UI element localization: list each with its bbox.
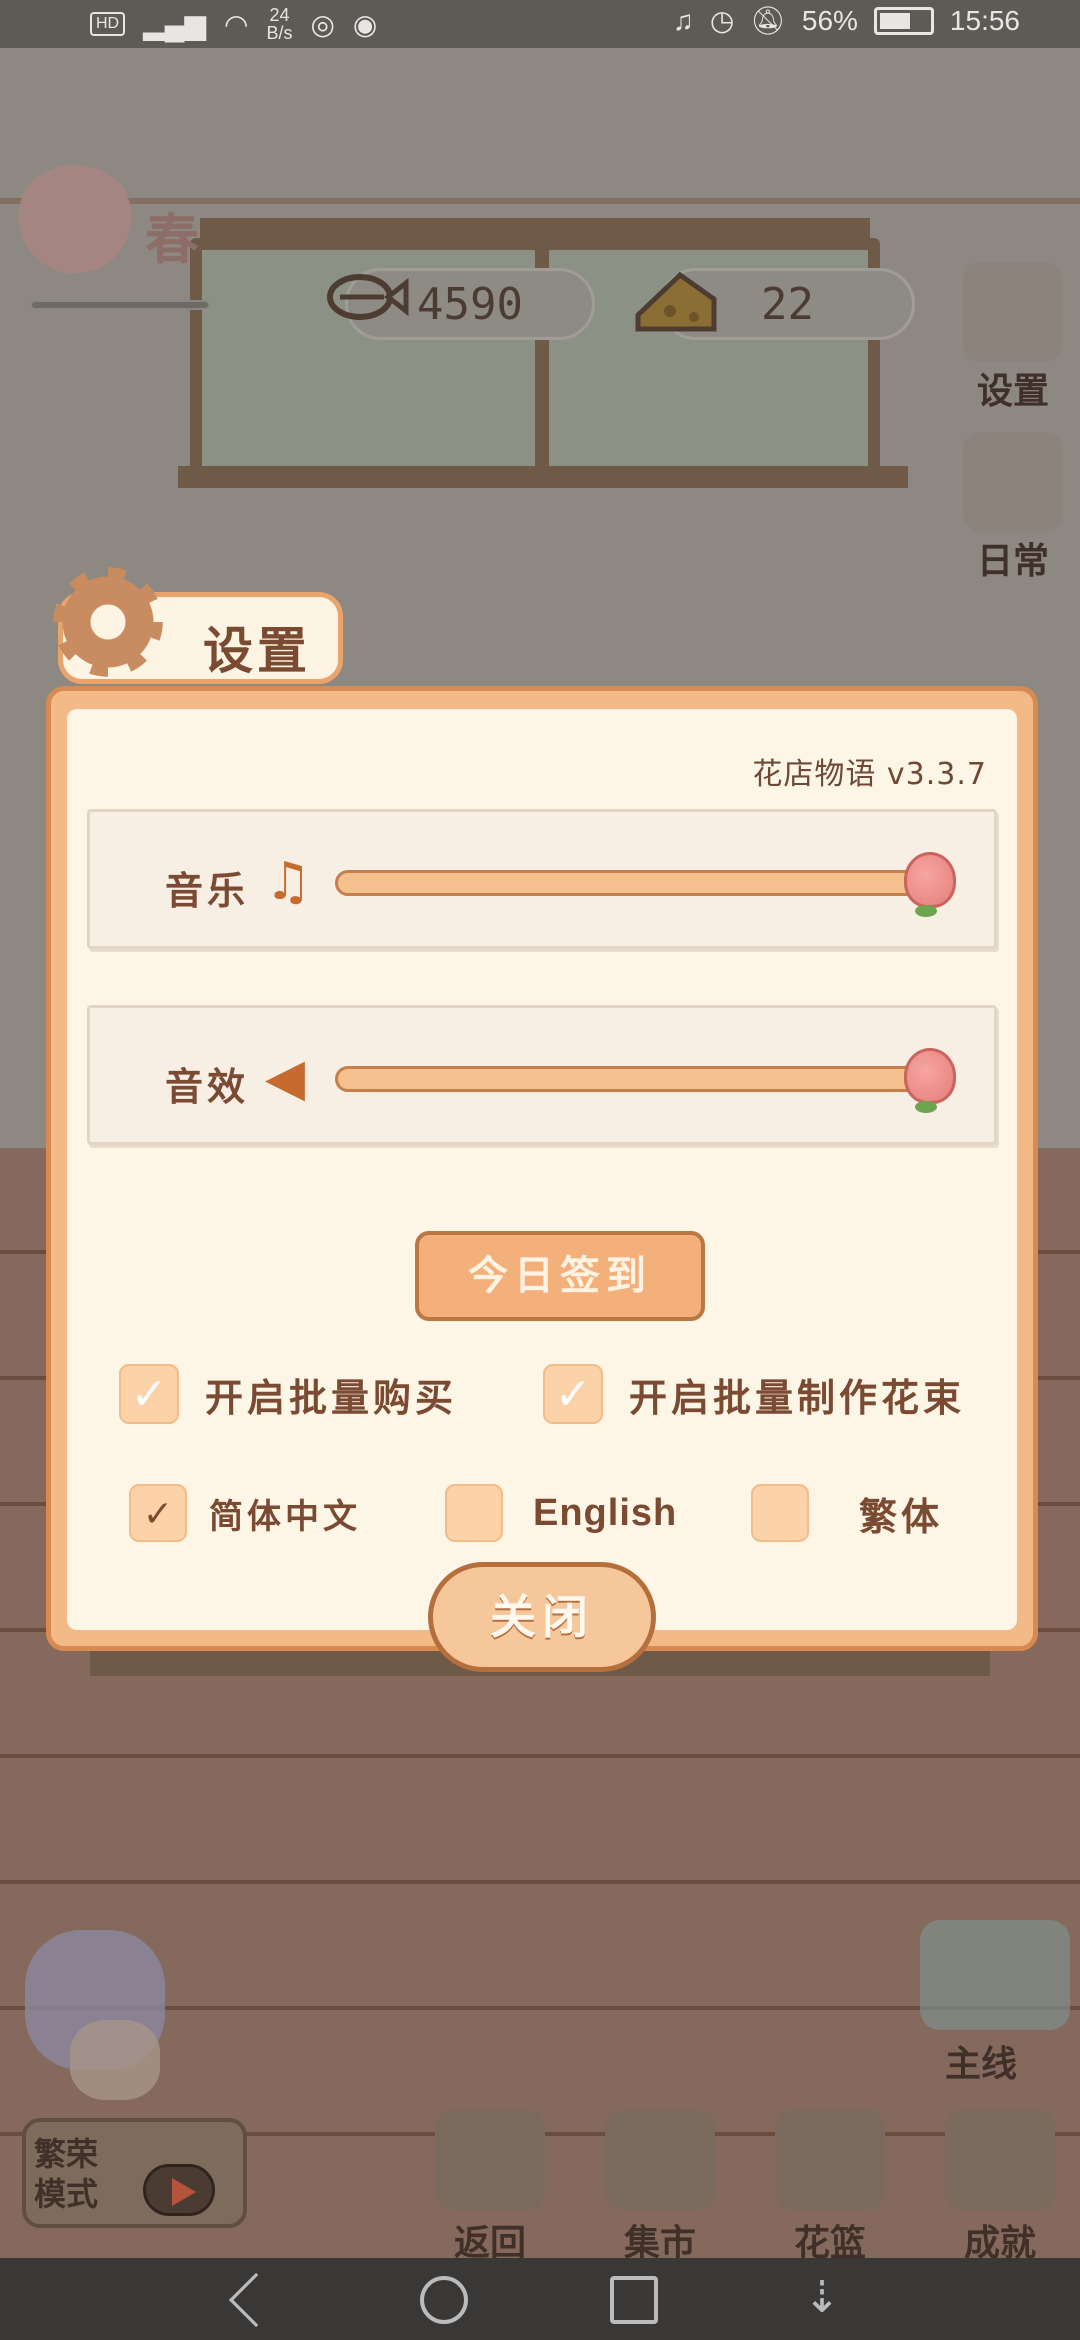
status-bar: HD ▂▄▆ ◠ 24 B/s ◎ ◉ ♫ ◷ 🔕︎ 56% 15:56 bbox=[0, 0, 1080, 48]
cheese-count: 22 bbox=[761, 278, 814, 330]
market-button[interactable]: 集市 bbox=[595, 2110, 725, 2266]
dragonfly-icon[interactable] bbox=[920, 1920, 1070, 2030]
cheese-icon bbox=[630, 255, 720, 345]
lang-traditional-label: 繁体 bbox=[859, 1494, 944, 1539]
speaker-icon: ◀ bbox=[265, 1048, 305, 1108]
mainline-label[interactable]: 主线 bbox=[945, 2035, 1017, 2087]
prosper-mode-label: 繁荣模式 bbox=[34, 2135, 99, 2213]
fish-bone-icon bbox=[320, 255, 410, 345]
flower-basket-icon bbox=[775, 2110, 885, 2210]
nav-home-icon[interactable] bbox=[420, 2276, 468, 2324]
nav-recents-icon[interactable] bbox=[610, 2276, 658, 2324]
settings-dialog-body: 花店物语 v3.3.7 音乐 ♫ 音效 ◀ 今日签到 开启批量购买 开启批量制作… bbox=[67, 709, 1017, 1630]
settings-title-tab: 设置 bbox=[53, 567, 343, 684]
headset-icon: ♫ bbox=[672, 4, 694, 36]
gear-icon bbox=[963, 262, 1063, 362]
fish-count: 4590 bbox=[417, 278, 523, 330]
shelf-plank bbox=[178, 466, 908, 488]
lang-simplified-checkbox[interactable] bbox=[129, 1484, 187, 1544]
settings-title: 设置 bbox=[203, 622, 311, 680]
daily-signin-button[interactable]: 今日签到 bbox=[415, 1231, 705, 1321]
season-label: 春 bbox=[145, 208, 199, 271]
trophy-icon bbox=[945, 2110, 1055, 2210]
play-icon bbox=[143, 2164, 215, 2216]
settings-side-label: 设置 bbox=[976, 371, 1049, 412]
signal-icon: ▂▄▆ bbox=[143, 8, 207, 40]
network-rate: 24 B/s bbox=[266, 5, 293, 43]
wifi-icon: ◠ bbox=[224, 8, 249, 40]
sfx-slider-track[interactable] bbox=[335, 1066, 934, 1092]
note-icon bbox=[963, 432, 1063, 532]
settings-side-button[interactable]: 设置 bbox=[958, 262, 1068, 414]
close-button[interactable]: 关闭 bbox=[428, 1562, 656, 1672]
lang-traditional-checkbox[interactable] bbox=[751, 1484, 809, 1542]
lang-traditional-option[interactable]: 繁体 bbox=[751, 1484, 943, 1542]
bulk-bouquet-option[interactable]: 开启批量制作花束 bbox=[543, 1364, 965, 1424]
hd-indicator: HD bbox=[90, 12, 126, 36]
sfx-slider-knob[interactable] bbox=[904, 1048, 956, 1113]
clock: 15:56 bbox=[949, 4, 1020, 36]
music-label: 音乐 bbox=[165, 869, 250, 913]
lang-simplified-label: 简体中文 bbox=[209, 1496, 361, 1537]
bulk-buy-option[interactable]: 开启批量购买 bbox=[119, 1364, 457, 1424]
app-notification-icon: ◉ bbox=[352, 8, 378, 40]
music-slider-track[interactable] bbox=[335, 870, 934, 896]
system-nav-bar: ⇣ bbox=[0, 2258, 1080, 2340]
music-slider-knob[interactable] bbox=[904, 852, 956, 917]
tree-icon bbox=[10, 165, 140, 295]
battery-icon bbox=[873, 6, 934, 35]
lang-simplified-option[interactable]: 简体中文 bbox=[129, 1484, 361, 1544]
sfx-volume-row: 音效 ◀ bbox=[87, 1005, 997, 1145]
nav-back-icon[interactable] bbox=[228, 2272, 284, 2328]
achievement-button[interactable]: 成就 bbox=[935, 2110, 1065, 2266]
battery-percent: 56% bbox=[801, 4, 858, 36]
bulk-buy-checkbox[interactable] bbox=[119, 1364, 179, 1424]
daily-side-button[interactable]: 日常 bbox=[958, 432, 1068, 584]
bulk-buy-label: 开启批量购买 bbox=[205, 1375, 458, 1420]
alarm-icon: ◷ bbox=[709, 5, 735, 36]
music-volume-row: 音乐 ♫ bbox=[87, 809, 997, 949]
bulk-bouquet-label: 开启批量制作花束 bbox=[629, 1375, 966, 1420]
gear-icon bbox=[53, 567, 163, 677]
basket-button[interactable]: 花篮 bbox=[765, 2110, 895, 2266]
lang-english-label: English bbox=[533, 1491, 678, 1534]
mute-icon: 🔕︎ bbox=[750, 5, 786, 36]
settings-dialog: 花店物语 v3.3.7 音乐 ♫ 音效 ◀ 今日签到 开启批量购买 开启批量制作… bbox=[46, 686, 1038, 1651]
season-badge[interactable]: 春 bbox=[10, 165, 240, 295]
prosper-mode-button[interactable]: 繁荣模式 bbox=[22, 2118, 247, 2228]
shelf-top bbox=[200, 218, 870, 240]
window-icon bbox=[435, 2110, 545, 2210]
sfx-label: 音效 bbox=[165, 1065, 250, 1109]
market-stall-icon bbox=[605, 2110, 715, 2210]
season-progress bbox=[30, 300, 210, 310]
version-label: 花店物语 v3.3.7 bbox=[752, 757, 987, 792]
daily-side-label: 日常 bbox=[976, 541, 1049, 582]
sync-icon: ◎ bbox=[310, 8, 335, 40]
bulk-bouquet-checkbox[interactable] bbox=[543, 1364, 603, 1424]
lang-english-checkbox[interactable] bbox=[445, 1484, 503, 1542]
music-note-icon: ♫ bbox=[265, 852, 312, 912]
lang-english-option[interactable]: English bbox=[445, 1484, 677, 1542]
back-button[interactable]: 返回 bbox=[425, 2110, 555, 2266]
butterfly-small-icon bbox=[70, 2020, 160, 2100]
nav-collapse-icon[interactable]: ⇣ bbox=[798, 2276, 846, 2324]
